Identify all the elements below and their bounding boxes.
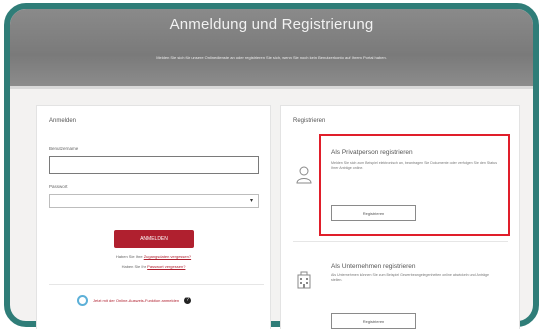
page-subtitle: Melden Sie sich für unsere Onlinedienste… [156, 55, 387, 60]
id-login-row: Jetzt mit der Online-Ausweis-Funktion an… [77, 294, 192, 306]
forgot-credentials-row: Haben Sie Ihre Zugangsdaten vergessen? [37, 254, 270, 259]
chevron-down-icon: ▾ [249, 198, 253, 204]
login-heading: Anmelden [49, 118, 77, 124]
screenshot-frame: Anmeldung und Registrierung Melden Sie s… [0, 0, 543, 329]
person-icon [296, 166, 312, 184]
username-input[interactable] [49, 156, 259, 174]
forgot-credentials-text: Haben Sie Ihre [115, 254, 143, 259]
register-heading: Registrieren [293, 118, 326, 124]
password-label: Passwort [49, 184, 68, 189]
ausweis-logo-icon [77, 294, 88, 306]
company-register-button[interactable]: Registrieren [331, 313, 416, 329]
id-login-link[interactable]: Jetzt mit der Online-Ausweis-Funktion an… [93, 298, 179, 303]
company-register-title: Als Unternehmen registrieren [331, 263, 416, 270]
username-label: Benutzername [49, 146, 79, 151]
password-field[interactable]: ▾ [49, 194, 259, 208]
help-icon[interactable]: ? [184, 296, 192, 304]
divider [49, 284, 264, 285]
forgot-password-row: Haben Sie Ihr Passwort vergessen? [37, 264, 270, 269]
forgot-credentials-link[interactable]: Zugangsdaten vergessen? [144, 254, 191, 259]
register-divider [293, 241, 508, 242]
page-title: Anmeldung und Registrierung [169, 16, 374, 33]
login-card: Anmelden Benutzername Passwort ▾ ANMELDE… [36, 105, 271, 329]
hero-banner: Anmeldung und Registrierung Melden Sie s… [10, 9, 533, 89]
company-register-description: Als Unternehmen können Sie zum Beispiel … [331, 273, 490, 282]
building-icon [297, 271, 311, 289]
login-button[interactable]: ANMELDEN [114, 230, 194, 248]
forgot-password-text: Haben Sie Ihr [121, 264, 147, 269]
forgot-password-link[interactable]: Passwort vergessen? [147, 264, 185, 269]
highlight-annotation [319, 134, 510, 236]
